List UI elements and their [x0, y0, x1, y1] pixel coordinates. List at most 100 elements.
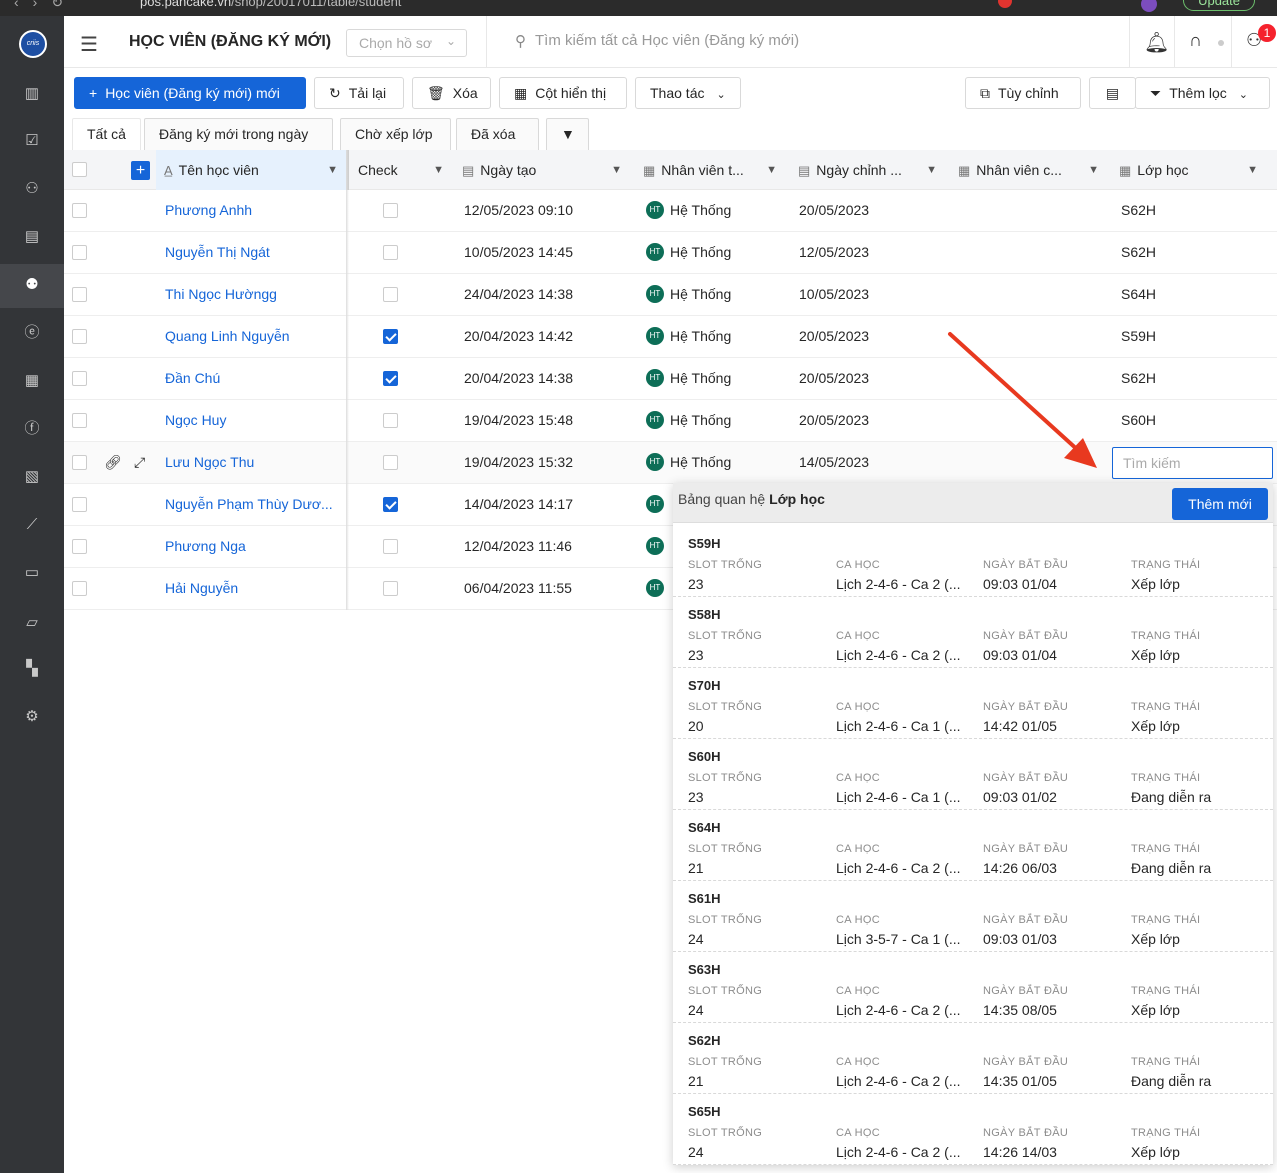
browser-nav-icons[interactable]: ‹›↻	[14, 0, 77, 11]
filter-icon[interactable]: ▼	[1088, 150, 1099, 190]
student-name-link[interactable]: Phương Nga	[165, 526, 343, 567]
actions-dropdown[interactable]: Thao tác ⌄	[635, 77, 741, 109]
students-icon[interactable]: ⚉	[22, 275, 42, 295]
class-option[interactable]: S63H SLOT TRỐNG CA HỌC NGÀY BẮT ĐẦU TRẠNG TH…	[673, 952, 1273, 1023]
row-checkbox[interactable]	[72, 329, 87, 344]
reload-button[interactable]: ↻ Tải lại	[314, 77, 404, 109]
check-checkbox[interactable]	[383, 245, 398, 260]
user-icon[interactable]: ⚇	[22, 179, 42, 199]
column-header-staff-edited[interactable]: ▦ Nhân viên c... ▼	[950, 150, 1107, 190]
class-option[interactable]: S64H SLOT TRỐNG CA HỌC NGÀY BẮT ĐẦU TRẠNG TH…	[673, 810, 1273, 881]
global-search-input[interactable]	[535, 32, 1095, 49]
class-option[interactable]: S60H SLOT TRỐNG CA HỌC NGÀY BẮT ĐẦU TRẠNG TH…	[673, 739, 1273, 810]
profile-select[interactable]: Chọn hồ sơ ⌄	[346, 29, 467, 57]
student-name-link[interactable]: Nguyễn Phạm Thùy Dươ...	[165, 484, 343, 525]
headset-icon[interactable]: ∩	[1189, 30, 1202, 51]
student-name-link[interactable]: Đần Chú	[165, 358, 343, 399]
check-checkbox[interactable]	[383, 203, 398, 218]
class-cell[interactable]: S64H	[1121, 274, 1156, 315]
class-cell[interactable]: S62H	[1121, 358, 1156, 399]
column-header-name[interactable]: A̲ Tên học viên ▼	[156, 150, 346, 190]
menu-toggle-icon[interactable]: ☰	[80, 32, 98, 57]
table-row[interactable]: Quang Linh Nguyễn 20/04/2023 14:42 HT Hệ Th…	[64, 316, 1277, 358]
table-row[interactable]: Nguyễn Thị Ngát 10/05/2023 14:45 HT Hệ Thốn…	[64, 232, 1277, 274]
extension-icon[interactable]	[998, 0, 1012, 8]
class-option[interactable]: S61H SLOT TRỐNG CA HỌC NGÀY BẮT ĐẦU TRẠNG TH…	[673, 881, 1273, 952]
tabs-more-button[interactable]: ▼	[546, 118, 589, 150]
table-row[interactable]: Phương Anhh 12/05/2023 09:10 HT Hệ Thống 20/…	[64, 190, 1277, 232]
row-checkbox[interactable]	[72, 497, 87, 512]
dashboard-icon[interactable]: ▥	[22, 84, 42, 104]
check-checkbox[interactable]	[383, 329, 398, 344]
row-checkbox[interactable]	[72, 413, 87, 428]
chart-icon[interactable]: ⟋	[22, 515, 42, 535]
class-option[interactable]: S58H SLOT TRỐNG CA HỌC NGÀY BẮT ĐẦU TRẠNG TH…	[673, 597, 1273, 668]
class-cell[interactable]: S60H	[1121, 400, 1156, 441]
class-option[interactable]: S65H SLOT TRỐNG CA HỌC NGÀY BẮT ĐẦU TRẠNG TH…	[673, 1094, 1273, 1165]
calendar-check-icon[interactable]: ☑	[22, 131, 42, 151]
customize-button[interactable]: ⧉ Tùy chỉnh	[965, 77, 1081, 109]
settings-icon[interactable]: ⚙	[22, 707, 42, 727]
monitor-icon[interactable]: ▭	[22, 563, 42, 583]
check-checkbox[interactable]	[383, 413, 398, 428]
table-row[interactable]: Thi Ngọc Hườngg 24/04/2023 14:38 HT Hệ Thốn…	[64, 274, 1277, 316]
class-cell[interactable]: S62H	[1121, 190, 1156, 231]
link-icon[interactable]: 🔗︎	[104, 442, 122, 483]
profile-icon[interactable]	[1141, 0, 1157, 12]
filter-icon[interactable]: ▼	[433, 150, 444, 190]
check-checkbox[interactable]	[383, 497, 398, 512]
date-filter-button[interactable]: ▤	[1089, 77, 1136, 109]
column-header-staff-created[interactable]: ▦ Nhân viên t... ▼	[635, 150, 785, 190]
class-cell-search-input[interactable]	[1112, 447, 1273, 479]
student-name-link[interactable]: Phương Anhh	[165, 190, 343, 231]
student-name-link[interactable]: Ngọc Huy	[165, 400, 343, 441]
update-button[interactable]: Update	[1183, 0, 1255, 11]
filter-icon[interactable]: ▼	[611, 150, 622, 190]
student-name-link[interactable]: Nguyễn Thị Ngát	[165, 232, 343, 273]
row-checkbox[interactable]	[72, 203, 87, 218]
filter-icon[interactable]: ▼	[926, 150, 937, 190]
student-name-link[interactable]: Lưu Ngọc Thu	[165, 442, 343, 483]
expand-icon[interactable]: ⤢	[134, 442, 145, 483]
class-cell[interactable]: S62H	[1121, 232, 1156, 273]
add-filter-button[interactable]: ⏷ Thêm lọc ⌄	[1135, 77, 1270, 109]
class-option[interactable]: S59H SLOT TRỐNG CA HỌC NGÀY BẮT ĐẦU TRẠNG TH…	[673, 526, 1273, 597]
folder-icon[interactable]: ▱	[22, 613, 42, 633]
column-header-edited[interactable]: ▤ Ngày chỉnh ... ▼	[790, 150, 945, 190]
currency-icon[interactable]: ⓔ	[22, 323, 42, 343]
student-name-link[interactable]: Hải Nguyễn	[165, 568, 343, 609]
tab-all[interactable]: Tất cả	[72, 118, 141, 150]
check-checkbox[interactable]	[383, 455, 398, 470]
class-option[interactable]: S70H SLOT TRỐNG CA HỌC NGÀY BẮT ĐẦU TRẠNG TH…	[673, 668, 1273, 739]
bell-icon[interactable]: 🔔︎	[1144, 30, 1169, 55]
class-option[interactable]: S62H SLOT TRỐNG CA HỌC NGÀY BẮT ĐẦU TRẠNG TH…	[673, 1023, 1273, 1094]
apps-icon[interactable]: ▚	[22, 659, 42, 679]
table-icon[interactable]: ▦	[22, 371, 42, 391]
column-header-created[interactable]: ▤ Ngày tạo ▼	[454, 150, 630, 190]
student-name-link[interactable]: Quang Linh Nguyễn	[165, 316, 343, 357]
app-logo[interactable]: criis	[19, 30, 47, 58]
add-student-button[interactable]: + Học viên (Đăng ký mới) mới	[74, 77, 306, 109]
facebook-icon[interactable]: ⓕ	[22, 419, 42, 439]
check-checkbox[interactable]	[383, 287, 398, 302]
columns-button[interactable]: ▦ Cột hiển thị	[499, 77, 627, 109]
student-name-link[interactable]: Thi Ngọc Hườngg	[165, 274, 343, 315]
tab-waiting-class[interactable]: Chờ xếp lớp	[340, 118, 451, 150]
add-row-button[interactable]: +	[131, 161, 150, 180]
filter-icon[interactable]: ▼	[766, 150, 777, 190]
check-checkbox[interactable]	[383, 539, 398, 554]
tab-deleted[interactable]: Đã xóa	[456, 118, 539, 150]
filter-icon[interactable]: ▼	[1247, 150, 1258, 190]
column-header-check[interactable]: Check ▼	[346, 150, 452, 190]
report-icon[interactable]: ▧	[22, 467, 42, 487]
row-checkbox[interactable]	[72, 539, 87, 554]
browser-url[interactable]: pos.pancake.vn/shop/20017011/table/stude…	[140, 0, 401, 9]
row-checkbox[interactable]	[72, 581, 87, 596]
check-checkbox[interactable]	[383, 371, 398, 386]
row-checkbox[interactable]	[72, 245, 87, 260]
row-checkbox[interactable]	[72, 287, 87, 302]
table-row[interactable]: 🔗︎ ⤢ Lưu Ngọc Thu 19/04/2023 15:32 HT Hệ Thốn…	[64, 442, 1277, 484]
table-row[interactable]: Ngọc Huy 19/04/2023 15:48 HT Hệ Thống 20/05/…	[64, 400, 1277, 442]
add-new-class-button[interactable]: Thêm mới	[1172, 488, 1268, 520]
delete-button[interactable]: 🗑︎ Xóa	[412, 77, 491, 109]
